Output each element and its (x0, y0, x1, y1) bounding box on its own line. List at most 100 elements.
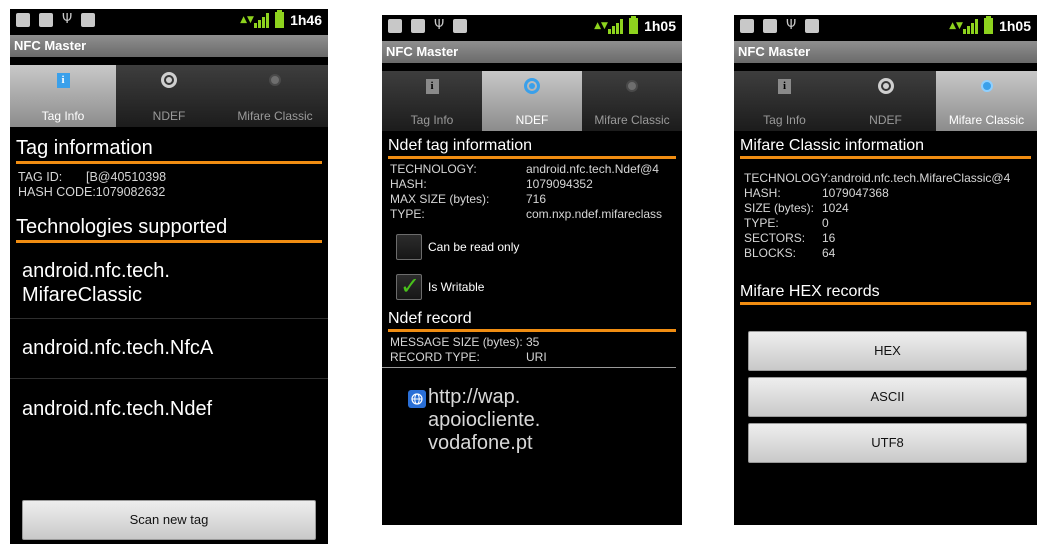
tag-id-label: TAG ID: (18, 170, 63, 184)
uri-text[interactable]: http://wap. apoiocliente. vodafone.pt (428, 386, 540, 455)
ndef-target-icon (523, 77, 541, 95)
checkbox-label: Can be read only (428, 240, 520, 254)
field-value: 16 (822, 231, 836, 245)
field-label: TECHNOLOGY: (390, 162, 477, 176)
type-row: TYPE: 0 (744, 216, 1031, 231)
checkbox-label: Is Writable (428, 280, 485, 294)
field-label: RECORD TYPE: (390, 350, 480, 364)
status-bar: Ψ ▲▼ 1h05 (382, 15, 682, 41)
tab-ndef[interactable]: NDEF (835, 71, 936, 131)
status-bar: Ψ ▲▼ 1h46 (10, 9, 328, 35)
android-debug-icon (81, 13, 95, 27)
hash-row: HASH: 1079047368 (744, 186, 1031, 201)
field-value: 35 (526, 335, 540, 349)
writable-checkbox[interactable] (396, 272, 422, 300)
field-value: 716 (526, 192, 547, 206)
checkbox-row-read-only[interactable]: Can be read only (382, 222, 682, 260)
phone-screen-ndef: Ψ ▲▼ 1h05 NFC Master i Tag Info NDEF Mif… (382, 15, 682, 525)
tab-mifare-classic[interactable]: Mifare Classic (582, 71, 682, 131)
field-label: TYPE: (744, 216, 779, 230)
data-activity-icon: ▲▼ (240, 15, 254, 25)
tab-tag-info[interactable]: i Tag Info (734, 71, 835, 131)
section-title-technologies: Technologies supported (16, 216, 322, 243)
usb-icon: Ψ (434, 18, 445, 33)
section-title-mifare-classic-information: Mifare Classic information (740, 137, 1031, 159)
scan-new-tag-button[interactable]: Scan new tag (22, 500, 316, 540)
field-label: MAX SIZE (bytes): (390, 192, 490, 206)
download-icon (411, 19, 425, 33)
tag-id-value: [B@40510398 (86, 170, 167, 184)
app-title: NFC Master (734, 41, 1037, 63)
status-bar: Ψ ▲▼ 1h05 (734, 15, 1037, 41)
tab-tag-info[interactable]: i Tag Info (10, 65, 116, 127)
phone-screen-tag-info: Ψ ▲▼ 1h46 NFC Master i Tag Info NDEF Mif… (10, 9, 328, 544)
ndef-target-icon (160, 71, 178, 89)
section-title-ndef-record: Ndef record (388, 310, 676, 332)
tab-mifare-classic[interactable]: Mifare Classic (936, 71, 1037, 131)
field-label: MESSAGE SIZE (bytes): (390, 335, 523, 349)
data-activity-icon: ▲▼ (594, 21, 608, 31)
tab-label: NDEF (515, 113, 549, 127)
info-icon: i (776, 77, 794, 95)
list-item[interactable]: android.nfc.tech.Ndef (10, 379, 328, 439)
signal-icon (608, 18, 624, 34)
tab-label: Tag Info (410, 113, 454, 127)
max-size-row: MAX SIZE (bytes): 716 (390, 192, 674, 207)
utf8-button[interactable]: UTF8 (748, 423, 1027, 463)
section-title-mifare-hex-records: Mifare HEX records (740, 283, 1031, 305)
uri-record[interactable]: http://wap. apoiocliente. vodafone.pt (382, 368, 682, 455)
field-value: URI (526, 350, 547, 364)
field-label: SIZE (bytes): (744, 201, 815, 215)
field-value: 64 (822, 246, 836, 260)
clock: 1h46 (290, 12, 322, 28)
tab-label: NDEF (152, 109, 186, 123)
section-title-ndef-tag-information: Ndef tag information (388, 137, 676, 159)
read-only-checkbox[interactable] (396, 234, 422, 260)
field-label: HASH: (744, 186, 781, 200)
mifare-disc-icon (978, 77, 996, 95)
tab-label: Tag Info (763, 113, 806, 127)
ascii-button[interactable]: ASCII (748, 377, 1027, 417)
signal-icon (963, 18, 979, 34)
field-label: HASH: (390, 177, 427, 191)
app-title: NFC Master (382, 41, 682, 63)
info-icon: i (54, 71, 72, 89)
field-value: com.nxp.ndef.mifareclass (526, 207, 663, 221)
field-value: 1024 (822, 201, 849, 215)
clock: 1h05 (999, 18, 1031, 34)
checkbox-row-writable[interactable]: Is Writable (382, 260, 682, 300)
tab-label: NDEF (869, 113, 902, 127)
field-value: 1079094352 (526, 177, 593, 191)
download-icon (39, 13, 53, 27)
data-activity-icon: ▲▼ (949, 21, 963, 31)
battery-icon (984, 16, 994, 34)
mifare-disc-icon (266, 71, 284, 89)
phone-screen-mifare-classic: Ψ ▲▼ 1h05 NFC Master i Tag Info NDEF Mif… (734, 15, 1037, 525)
list-item[interactable]: android.nfc.tech. MifareClassic (10, 247, 328, 319)
tab-bar: i Tag Info NDEF Mifare Classic (10, 65, 328, 127)
field-label: SECTORS: (744, 231, 806, 245)
technology-row: TECHNOLOGY:android.nfc.tech.MifareClassi… (744, 171, 1011, 185)
notification-icon (388, 19, 402, 33)
technology-row: TECHNOLOGY: android.nfc.tech.Ndef@4 (390, 162, 674, 177)
section-title-tag-information: Tag information (16, 137, 322, 164)
tab-label: Tag Info (41, 109, 85, 123)
tab-label: Mifare Classic (594, 113, 670, 127)
list-item[interactable]: android.nfc.tech.NfcA (10, 319, 328, 379)
blocks-row: BLOCKS: 64 (744, 246, 1031, 261)
hex-button[interactable]: HEX (748, 331, 1027, 371)
size-row: SIZE (bytes): 1024 (744, 201, 1031, 216)
download-icon (763, 19, 777, 33)
hash-row: HASH: 1079094352 (390, 177, 674, 192)
tab-label: Mifare Classic (237, 109, 313, 123)
tab-label: Mifare Classic (948, 113, 1025, 127)
mifare-disc-icon (623, 77, 641, 95)
tab-ndef[interactable]: NDEF (116, 65, 222, 127)
tab-ndef[interactable]: NDEF (482, 71, 582, 131)
record-type-row: RECORD TYPE: URI (390, 350, 668, 365)
tab-mifare-classic[interactable]: Mifare Classic (222, 65, 328, 127)
message-size-row: MESSAGE SIZE (bytes): 35 (390, 335, 668, 350)
field-value: 0 (822, 216, 829, 230)
tab-tag-info[interactable]: i Tag Info (382, 71, 482, 131)
usb-icon: Ψ (786, 18, 797, 33)
